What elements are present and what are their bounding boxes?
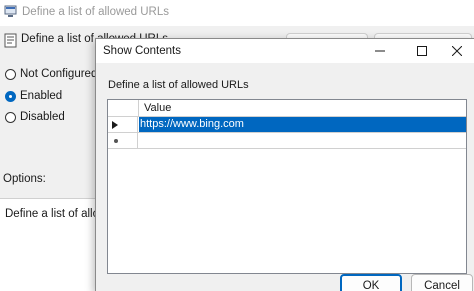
grid-new-row[interactable]	[108, 133, 466, 149]
radio-label: Not Configured	[20, 68, 98, 80]
radio-label: Disabled	[20, 111, 65, 123]
contents-grid: Value https://www.bing.com	[107, 99, 467, 274]
grid-header: Value	[108, 100, 466, 117]
new-value-cell[interactable]	[139, 133, 466, 148]
options-label: Options:	[3, 173, 46, 185]
dialog-description: Define a list of allowed URLs	[108, 79, 249, 91]
close-button[interactable]	[439, 39, 474, 63]
radio-disabled[interactable]: Disabled	[5, 110, 65, 124]
radio-enabled[interactable]: Enabled	[5, 89, 62, 103]
policy-window-title: Define a list of allowed URLs	[22, 6, 170, 18]
current-row-arrow-icon	[112, 120, 118, 129]
radio-button-icon[interactable]	[5, 68, 16, 80]
row-selector[interactable]	[108, 117, 138, 132]
dialog-title: Show Contents	[103, 45, 181, 57]
row-selector[interactable]	[108, 133, 138, 148]
grid-corner-cell	[108, 100, 139, 116]
radio-button-icon[interactable]	[5, 111, 16, 123]
cancel-button[interactable]: Cancel	[411, 274, 473, 291]
radio-button-selected-icon[interactable]	[5, 90, 16, 102]
radio-not-configured[interactable]: Not Configured	[5, 67, 97, 81]
screen: Define a list of allowed URLs Define a l…	[0, 0, 474, 291]
dialog-titlebar: Show Contents	[96, 39, 474, 63]
show-contents-dialog: Show Contents Define a list of allowed U…	[95, 38, 474, 291]
new-row-marker-icon	[114, 138, 118, 143]
value-cell[interactable]: https://www.bing.com	[139, 117, 466, 132]
radio-label: Enabled	[20, 90, 63, 102]
ok-button[interactable]: OK	[340, 274, 402, 291]
maximize-icon	[417, 46, 427, 56]
policy-window-icon	[4, 5, 17, 17]
minimize-icon	[375, 50, 385, 52]
policy-setting-icon	[4, 33, 17, 48]
grid-row[interactable]: https://www.bing.com	[108, 117, 466, 133]
maximize-button[interactable]	[404, 39, 440, 63]
policy-window-titlebar: Define a list of allowed URLs	[0, 0, 474, 26]
value-column-header[interactable]: Value	[139, 102, 171, 114]
minimize-button[interactable]	[362, 39, 398, 63]
close-icon	[452, 46, 462, 56]
